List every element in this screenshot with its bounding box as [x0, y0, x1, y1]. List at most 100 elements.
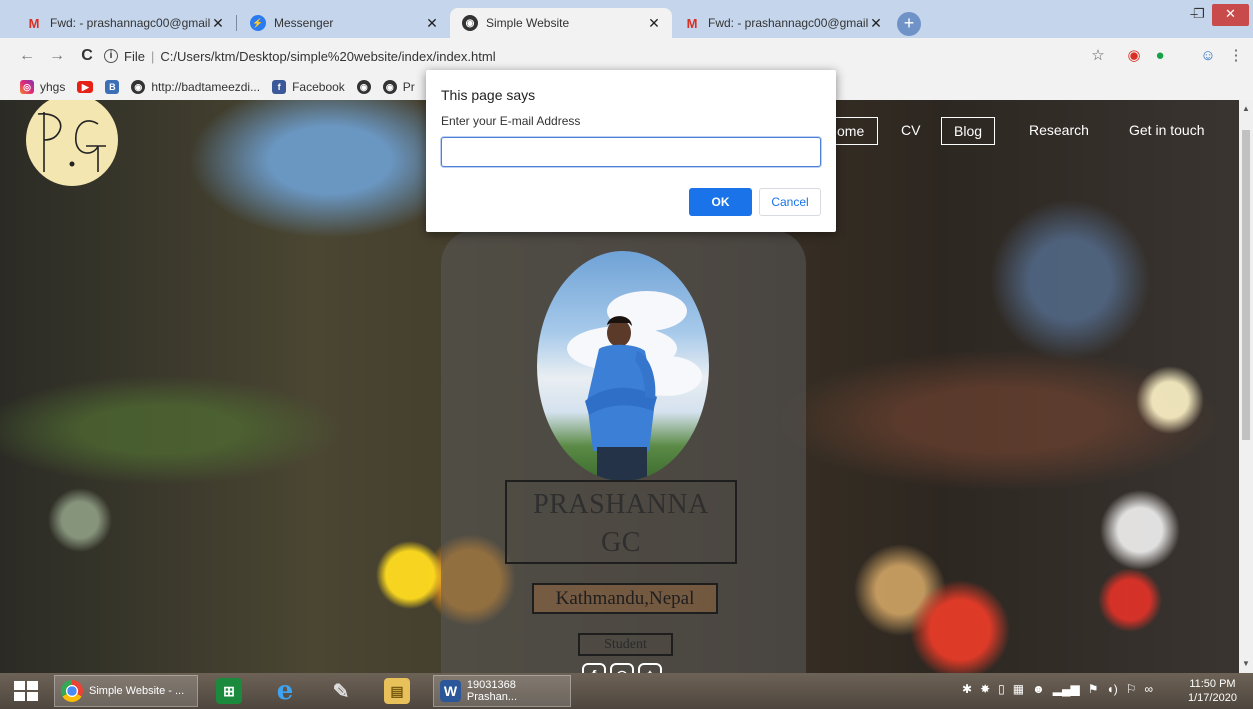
browser-toolbar: ← → C i File | C:/Users/ktm/Desktop/simp… — [0, 38, 1253, 74]
gmail-icon: M — [686, 15, 698, 31]
bookmark-label: Facebook — [292, 80, 345, 94]
tab-messenger[interactable]: ⚡ Messenger ✕ — [238, 8, 450, 38]
chrome-icon — [61, 680, 83, 702]
page-scrollbar[interactable]: ▲ ▼ — [1239, 100, 1253, 673]
info-icon[interactable]: i — [104, 49, 118, 63]
scheme-label: File — [124, 48, 145, 64]
antivirus-icon[interactable]: ✸ — [980, 682, 990, 696]
profile-location: Kathmandu,Nepal — [532, 583, 718, 614]
nav-cv[interactable]: CV — [901, 117, 920, 145]
network-icon[interactable]: ⚑ — [1088, 682, 1099, 696]
ok-button[interactable]: OK — [689, 188, 752, 216]
profile-role: Student — [578, 633, 673, 656]
taskbar-word[interactable]: W 19031368 Prashan... — [433, 675, 571, 707]
nav-research[interactable]: Research — [1029, 117, 1089, 145]
internet-explorer-icon: e — [276, 676, 294, 706]
bookmark-label: yhgs — [40, 80, 66, 94]
back-arrow-icon[interactable]: ← — [16, 45, 38, 67]
messenger-icon: ⚡ — [250, 15, 266, 31]
globe-icon: ◉ — [131, 80, 146, 94]
globe-icon: ◉ — [356, 80, 371, 94]
close-icon[interactable]: ✕ — [210, 15, 226, 32]
name-line-1: PRASHANNA — [533, 489, 709, 520]
bookmark-yhgs[interactable]: ◎ yhgs — [20, 80, 65, 94]
scroll-thumb[interactable] — [1242, 130, 1250, 440]
url-text[interactable]: C:/Users/ktm/Desktop/simple%20website/in… — [160, 49, 495, 64]
instagram-icon[interactable]: ◎ — [610, 663, 634, 673]
window-close-icon[interactable]: ✕ — [1212, 4, 1249, 26]
close-icon[interactable]: ✕ — [868, 15, 884, 32]
extension-grammarly-icon[interactable]: ● — [1150, 46, 1170, 66]
profile-name: PRASHANNA GC — [505, 480, 737, 564]
store-icon: ⊞ — [216, 678, 242, 704]
action-flag-icon[interactable]: ⚐ — [1126, 682, 1137, 696]
twitter-icon[interactable]: t — [638, 663, 662, 673]
bookmark-globe[interactable]: ◉ — [356, 80, 371, 94]
close-icon[interactable]: ✕ — [646, 15, 662, 32]
tab-gmail-2[interactable]: M Fwd: - prashannagc00@gmail.co ✕ — [672, 8, 894, 38]
nav-blog[interactable]: Blog — [941, 117, 996, 145]
star-icon[interactable]: ☆ — [1088, 46, 1108, 66]
file-explorer-icon: ▤ — [384, 678, 410, 704]
email-input[interactable] — [441, 137, 821, 167]
cancel-button[interactable]: Cancel — [759, 188, 821, 216]
bookmark-badtameezdil[interactable]: ◉ http://badtameezdi... — [131, 80, 260, 94]
name-line-2: GC — [601, 527, 641, 558]
tab-title: Fwd: - prashannagc00@gmail.co — [708, 16, 868, 30]
bookmark-app-icon: B — [105, 80, 120, 94]
globe-icon: ◉ — [462, 15, 478, 31]
maximize-icon[interactable]: ❐ — [1188, 4, 1210, 26]
app-tray-icon[interactable]: ▦ — [1013, 682, 1024, 696]
address-bar[interactable]: i File | C:/Users/ktm/Desktop/simple%20w… — [104, 43, 1124, 69]
menu-kebab-icon[interactable]: ⋮ — [1226, 46, 1246, 66]
tab-divider — [236, 15, 237, 31]
site-logo[interactable] — [26, 100, 118, 186]
signal-icon[interactable]: ▂▄▆ — [1053, 682, 1080, 696]
people-icon[interactable]: ☻ — [1032, 682, 1045, 696]
windows-start-icon[interactable] — [14, 681, 38, 701]
extension-record-icon[interactable]: ◉ — [1124, 46, 1144, 66]
facebook-icon[interactable]: f — [582, 663, 606, 673]
taskbar-ie[interactable]: e — [272, 675, 298, 707]
system-tray: ✱ ✸ ▯ ▦ ☻ ▂▄▆ ⚑ ◖) ⚐ ∞ — [962, 682, 1153, 696]
bookmark-label: http://badtameezdi... — [151, 80, 261, 94]
taskbar-paint[interactable]: ✎ — [328, 675, 354, 707]
paint-icon: ✎ — [332, 680, 350, 703]
nav-get-in-touch[interactable]: Get in touch — [1129, 117, 1205, 145]
tab-simple-website[interactable]: ◉ Simple Website ✕ — [450, 8, 672, 38]
bookmark-label: Pr — [402, 80, 415, 94]
instagram-icon: ◎ — [20, 80, 34, 94]
taskbar-explorer[interactable]: ▤ — [384, 675, 410, 707]
tab-title: Fwd: - prashannagc00@gmail.co — [50, 16, 210, 30]
clock-time: 11:50 PM — [1189, 678, 1236, 690]
logo-mark-icon — [37, 112, 106, 172]
browser-title-bar: M Fwd: - prashannagc00@gmail.co ✕ ⚡ Mess… — [0, 0, 1253, 38]
battery-icon[interactable]: ▯ — [998, 682, 1005, 696]
reload-icon[interactable]: C — [76, 45, 98, 67]
bookmark-pr[interactable]: ◉ Pr — [382, 80, 415, 94]
taskbar-store[interactable]: ⊞ — [216, 675, 242, 707]
taskbar-clock[interactable]: 11:50 PM 1/17/2020 — [1188, 677, 1237, 705]
bookmark-app[interactable]: B — [105, 80, 120, 94]
volume-icon[interactable]: ◖) — [1106, 682, 1117, 696]
close-icon[interactable]: ✕ — [424, 15, 440, 32]
prompt-dialog: This page says Enter your E-mail Address… — [426, 70, 836, 232]
dialog-title: This page says — [441, 87, 536, 103]
bookmark-facebook[interactable]: f Facebook — [272, 80, 345, 94]
person-figure — [585, 316, 657, 481]
globe-icon: ◉ — [382, 80, 397, 94]
link-icon[interactable]: ∞ — [1144, 682, 1153, 696]
bookmark-youtube[interactable]: ▶ — [77, 81, 94, 93]
scroll-up-icon[interactable]: ▲ — [1239, 102, 1253, 116]
dialog-message: Enter your E-mail Address — [441, 114, 581, 128]
bluetooth-icon[interactable]: ✱ — [962, 682, 972, 696]
youtube-icon: ▶ — [77, 81, 94, 93]
taskbar-chrome[interactable]: Simple Website - ... — [54, 675, 198, 707]
tab-gmail-1[interactable]: M Fwd: - prashannagc00@gmail.co ✕ — [14, 8, 236, 38]
profile-avatar-icon[interactable]: ☺ — [1198, 46, 1218, 66]
social-links: f ◎ t — [582, 663, 662, 673]
tab-title: Messenger — [274, 16, 334, 30]
new-tab-button[interactable]: + — [897, 12, 921, 36]
forward-arrow-icon[interactable]: → — [46, 45, 68, 67]
scroll-down-icon[interactable]: ▼ — [1239, 657, 1253, 671]
